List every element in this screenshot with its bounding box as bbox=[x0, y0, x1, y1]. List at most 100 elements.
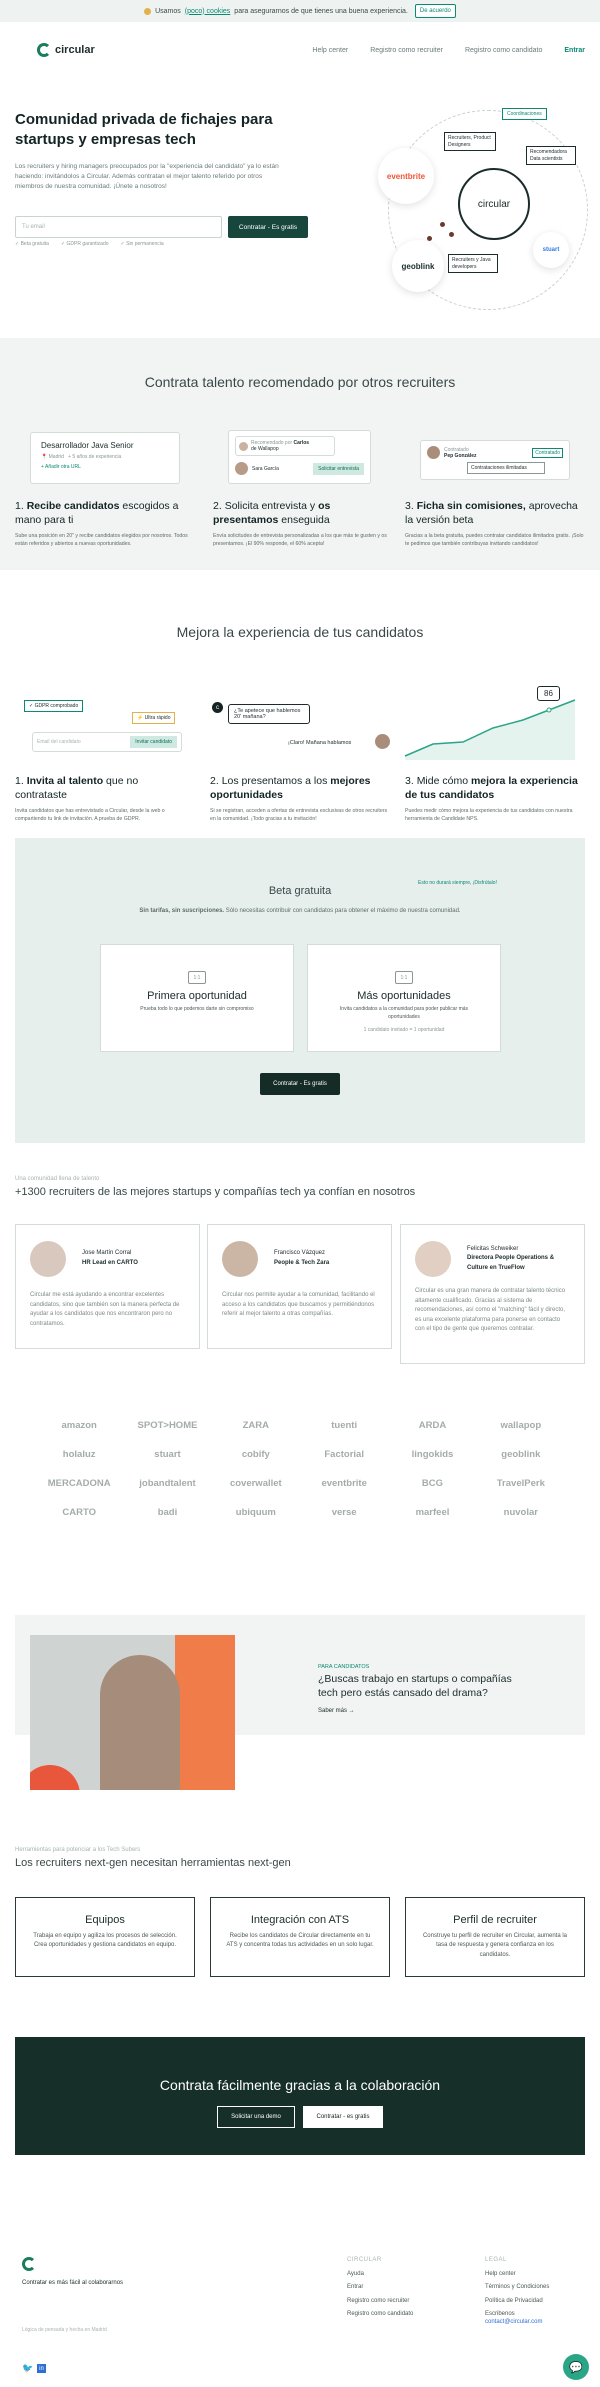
testimonial-name: Francisco Vázquez bbox=[274, 1250, 326, 1257]
hired-card: Contratado Pep González Contratado Contra… bbox=[420, 440, 570, 480]
footer-made: Lógica de pensada y hecha en Madrid bbox=[22, 2327, 107, 2333]
features-title: Los recruiters next-gen necesitan herram… bbox=[15, 1857, 291, 1869]
testimonial-card: Jose Martín Corral HR Lead en CARTO Circu… bbox=[15, 1224, 200, 1349]
client-logo: cobify bbox=[241, 1449, 270, 1460]
footer-link[interactable]: Política de Privacidad bbox=[485, 2295, 549, 2309]
email-input[interactable]: Tu email bbox=[15, 216, 222, 238]
linkedin-icon[interactable]: in bbox=[37, 2364, 46, 2373]
feature-desc: Recibe los candidatos de Circular direct… bbox=[226, 1933, 374, 1949]
job-title: Desarrollador Java Senior bbox=[41, 441, 134, 450]
request-interview-button[interactable]: Solicitar entrevista bbox=[313, 462, 364, 475]
client-logo: amazon bbox=[61, 1420, 97, 1431]
feature-desc: Construye tu perfil de recruiter en Circ… bbox=[422, 1933, 568, 1958]
footer-email-link[interactable]: contact@circular.com bbox=[485, 2316, 549, 2330]
cookie-accept-button[interactable]: De acuerdo bbox=[414, 4, 456, 18]
check-item: ✓ Beta gratuita bbox=[15, 241, 49, 247]
step-2: 2. Solicita entrevista y os presentamos … bbox=[213, 500, 387, 548]
nps-value-badge: 86 bbox=[537, 686, 560, 701]
option-desc: Invita candidatos a la comunidad para po… bbox=[339, 1006, 469, 1020]
candidate-email-input[interactable]: Email del candidato bbox=[37, 739, 126, 745]
chat-illustration: c ¿Te apetece que hablemos 20' mañana? ¡… bbox=[210, 700, 395, 760]
orbit-dot bbox=[427, 236, 432, 241]
nav-link-register-candidate[interactable]: Registro como candidato bbox=[465, 47, 542, 54]
client-logo: BCG bbox=[421, 1478, 444, 1489]
cookie-link[interactable]: (poco) cookies bbox=[185, 8, 231, 15]
stuart-bubble: stuart bbox=[533, 232, 569, 268]
step-3: 3. Mide cómo mejora la experiencia de tu… bbox=[405, 775, 578, 823]
step-1: 1. Invita al talento que no contrataste … bbox=[15, 775, 165, 823]
client-logo: nuvolar bbox=[503, 1507, 538, 1518]
option-title: Primera oportunidad bbox=[147, 990, 247, 1002]
invite-form: Email del candidato Invitar candidato bbox=[32, 732, 182, 752]
footer-tagline: Contratar es más fácil al colaborarnos bbox=[22, 2280, 124, 2286]
step-2: 2. Los presentamos a los mejores oportun… bbox=[210, 775, 388, 823]
footer-link[interactable]: Entrar bbox=[347, 2281, 413, 2295]
avatar bbox=[235, 462, 248, 475]
nav-link-help[interactable]: Help center bbox=[312, 47, 348, 54]
beta-note: Esto no durará siempre, ¡Disfrútalo! bbox=[418, 880, 497, 886]
client-logo: verse bbox=[331, 1507, 357, 1518]
features-eyebrow: Herramientas para potenciar a los Tech S… bbox=[15, 1847, 141, 1853]
client-logo: coverwallet bbox=[229, 1478, 282, 1489]
testimonials-title: +1300 recruiters de las mejores startups… bbox=[15, 1186, 416, 1198]
job-meta: 📍 Madrid + 5 años de experiencia bbox=[41, 454, 122, 460]
promo-accent bbox=[30, 1765, 80, 1790]
section-recommended-title: Contrata talento recomendado por otros r… bbox=[144, 374, 456, 390]
promo-eyebrow: PARA CANDIDATOS bbox=[318, 1664, 370, 1670]
nav-link-register-recruiter[interactable]: Registro como recruiter bbox=[370, 47, 443, 54]
testimonial-quote: Circular nos permite ayudar a la comunid… bbox=[222, 1292, 375, 1318]
unlimited-hires-button: Contrataciones ilimitadas bbox=[467, 462, 545, 474]
chat-bubble-icon[interactable]: 💬 bbox=[563, 2354, 589, 2380]
footer-link[interactable]: Help center bbox=[485, 2268, 549, 2282]
hero-core-circle: circular bbox=[458, 168, 530, 240]
option-first: 1:1 Primera oportunidad Prueba todo lo q… bbox=[100, 944, 294, 1052]
nav-login-link[interactable]: Entrar bbox=[564, 47, 585, 54]
feature-title: Equipos bbox=[85, 1914, 125, 1926]
invite-button[interactable]: Invitar candidato bbox=[130, 736, 177, 748]
hero-subtitle: Los recruiters y hiring managers preocup… bbox=[15, 163, 279, 191]
footer-link[interactable]: Términos y Condiciones bbox=[485, 2281, 549, 2295]
chat-reply: ¡Claro! Mañana hablamos bbox=[288, 740, 352, 746]
candidate-row: Sara García Solicitar entrevista bbox=[235, 462, 364, 475]
feature-desc: Trabaja en equipo y agiliza los procesos… bbox=[33, 1933, 177, 1949]
referral-card: Recomendado por Carlos de Wallapop Sara G… bbox=[228, 430, 371, 484]
footer-link[interactable]: Registro como candidato bbox=[347, 2308, 413, 2322]
client-logo: geoblink bbox=[501, 1449, 541, 1460]
feature-card: Equipos Trabaja en equipo y agiliza los p… bbox=[15, 1897, 195, 1977]
promo-accent bbox=[175, 1635, 235, 1790]
beta-title: Beta gratuita bbox=[268, 885, 332, 897]
hero-title: Comunidad privada de fichajes para start… bbox=[15, 111, 273, 148]
footer-col-head: CIRCULAR bbox=[347, 2257, 382, 2263]
avatar bbox=[427, 446, 440, 459]
promo-link[interactable]: Saber más → bbox=[318, 1708, 355, 1714]
footer-logo-icon[interactable] bbox=[22, 2257, 36, 2271]
circular-logo-icon bbox=[37, 43, 51, 57]
hero-cta-button[interactable]: Contratar - Es gratis bbox=[228, 216, 308, 238]
twitter-icon[interactable]: 🐦 bbox=[22, 2363, 33, 2374]
step-1: 1. Recibe candidatos escogidos a mano pa… bbox=[15, 500, 188, 548]
cookie-icon bbox=[144, 7, 152, 15]
orbit-dot bbox=[449, 232, 454, 237]
avatar bbox=[375, 734, 390, 749]
avatar bbox=[415, 1241, 451, 1277]
client-logo: Factorial bbox=[324, 1449, 364, 1460]
add-url-link[interactable]: + Añadir otra URL bbox=[41, 464, 169, 470]
testimonial-role: HR Lead en CARTO bbox=[82, 1260, 138, 1266]
option-foot: 1 candidato invitado = 1 oportunidad bbox=[363, 1027, 445, 1033]
request-demo-button[interactable]: Solicitar una demo bbox=[217, 2106, 295, 2128]
footer-link[interactable]: Ayuda bbox=[347, 2268, 413, 2282]
beta-cta-button[interactable]: Contratar - Es gratis bbox=[260, 1073, 340, 1095]
hire-free-button[interactable]: Contratar - es gratis bbox=[303, 2106, 383, 2128]
cookie-banner: Usamos (poco) cookies para asegurarnos d… bbox=[0, 0, 600, 22]
cookie-text-post: para asegurarnos de que tienes una buena… bbox=[234, 7, 408, 15]
cta-band bbox=[15, 2037, 585, 2155]
avatar bbox=[222, 1241, 258, 1277]
footer-link[interactable]: Registro como recruiter bbox=[347, 2295, 413, 2309]
testimonial-card: Felicitas Schweiker Directora People Oper… bbox=[400, 1224, 585, 1364]
hero-checks: ✓ Beta gratuita ✓ GDPR garantizado ✓ Sin… bbox=[15, 241, 164, 247]
testimonial-name: Jose Martín Corral bbox=[82, 1250, 132, 1257]
cookie-text-pre: Usamos bbox=[155, 7, 181, 15]
brand-logo[interactable]: circular bbox=[37, 43, 95, 57]
step-3: 3. Ficha sin comisiones, aprovecha la ve… bbox=[405, 500, 584, 548]
feature-title: Integración con ATS bbox=[250, 1914, 350, 1926]
